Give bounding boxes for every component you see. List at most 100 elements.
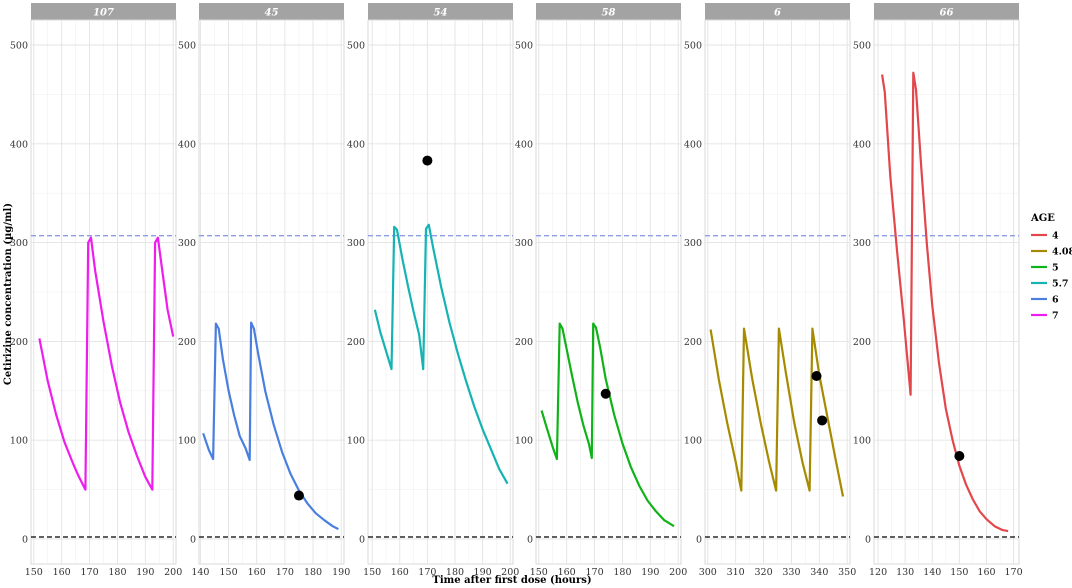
x-tick-label: 180 bbox=[613, 567, 631, 578]
y-tick-label: 100 bbox=[515, 436, 533, 447]
y-tick-label: 200 bbox=[684, 337, 702, 348]
x-tick-label: 340 bbox=[810, 567, 828, 578]
legend-item-4.08: 4.08 bbox=[1031, 247, 1072, 258]
legend-item-4: 4 bbox=[1031, 231, 1059, 242]
x-tick-label: 190 bbox=[332, 567, 350, 578]
observed-point bbox=[954, 451, 965, 462]
x-tick-label: 130 bbox=[896, 567, 914, 578]
y-tick-label: 0 bbox=[865, 535, 871, 546]
x-tick-label: 160 bbox=[53, 567, 71, 578]
observed-point bbox=[817, 415, 828, 426]
legend-label: 7 bbox=[1052, 311, 1059, 322]
x-tick-label: 330 bbox=[782, 567, 800, 578]
y-tick-label: 300 bbox=[178, 238, 196, 249]
y-tick-label: 400 bbox=[10, 139, 28, 150]
y-tick-label: 100 bbox=[853, 436, 871, 447]
y-tick-label: 100 bbox=[684, 436, 702, 447]
x-tick-label: 200 bbox=[669, 567, 687, 578]
x-tick-label: 180 bbox=[108, 567, 126, 578]
x-axis-title: Time after first dose (hours) bbox=[432, 575, 591, 586]
y-tick-label: 100 bbox=[10, 436, 28, 447]
y-tick-label: 100 bbox=[178, 436, 196, 447]
y-tick-label: 500 bbox=[347, 41, 365, 52]
x-tick-label: 170 bbox=[80, 567, 98, 578]
x-tick-label: 190 bbox=[136, 567, 154, 578]
panel-45: 45 0 100 200 300 400 500 140 150 160 170 180 190 bbox=[178, 3, 350, 578]
y-tick-label: 300 bbox=[347, 238, 365, 249]
legend-title: AGE bbox=[1030, 213, 1055, 224]
strip-label-107: 107 bbox=[93, 8, 114, 19]
y-tick-label: 0 bbox=[22, 535, 28, 546]
y-tick-label: 200 bbox=[515, 337, 533, 348]
y-tick-label: 500 bbox=[853, 41, 871, 52]
observed-point bbox=[600, 388, 611, 399]
y-tick-label: 400 bbox=[853, 139, 871, 150]
x-tick-label: 320 bbox=[754, 567, 772, 578]
observed-point bbox=[422, 155, 433, 166]
y-tick-label: 500 bbox=[684, 41, 702, 52]
strip-label-6: 6 bbox=[774, 8, 781, 19]
legend-item-6: 6 bbox=[1031, 295, 1059, 306]
faceted-line-chart: 1070100200300400500150 160 170 180 190 200450… bbox=[3, 3, 1072, 586]
legend-label: 5.7 bbox=[1052, 279, 1069, 290]
panel-66: 66 0 100 200 300 400 500 120 130 140 150 160 170 bbox=[853, 3, 1023, 578]
x-tick-label: 300 bbox=[699, 567, 717, 578]
legend-label: 6 bbox=[1052, 295, 1059, 306]
y-tick-label: 500 bbox=[515, 41, 533, 52]
x-tick-label: 160 bbox=[391, 567, 409, 578]
y-tick-label: 0 bbox=[359, 535, 365, 546]
x-tick-label: 150 bbox=[219, 567, 237, 578]
x-tick-label: 160 bbox=[248, 567, 266, 578]
y-tick-label: 0 bbox=[527, 535, 533, 546]
y-tick-label: 400 bbox=[347, 139, 365, 150]
panel-6: 6 0 100 200 300 400 500 300 310 320 330 340 350 bbox=[684, 3, 856, 578]
panel-54: 540100200300400500150 160 170 180 190 200 bbox=[347, 3, 519, 578]
panels: 107 0 100 200 300 400 500 150 160 170 180 190 200 45 0… bbox=[10, 3, 1023, 578]
y-tick-label: 200 bbox=[853, 337, 871, 348]
y-tick-label: 200 bbox=[347, 337, 365, 348]
x-tick-label: 180 bbox=[304, 567, 322, 578]
y-tick-label: 100 bbox=[347, 436, 365, 447]
x-tick-label: 310 bbox=[727, 567, 745, 578]
legend-label: 5 bbox=[1052, 263, 1059, 274]
y-tick-label: 400 bbox=[684, 139, 702, 150]
legend-label: 4 bbox=[1052, 231, 1059, 242]
y-axis-title: Cetirizine concentration (µg/ml) bbox=[3, 203, 14, 385]
x-tick-label: 120 bbox=[869, 567, 887, 578]
x-tick-label: 190 bbox=[641, 567, 659, 578]
y-tick-label: 0 bbox=[696, 535, 702, 546]
y-tick-label: 500 bbox=[10, 41, 28, 52]
strip-label-58: 58 bbox=[602, 8, 616, 19]
y-tick-label: 300 bbox=[853, 238, 871, 249]
y-tick-label: 500 bbox=[178, 41, 196, 52]
strip-label-54: 54 bbox=[434, 8, 448, 19]
observed-point bbox=[811, 370, 822, 381]
legend-label: 4.08 bbox=[1052, 247, 1072, 258]
legend: AGE 4 4.08 5 5.7 6 7 bbox=[1030, 213, 1072, 322]
x-tick-label: 140 bbox=[191, 567, 209, 578]
y-tick-label: 0 bbox=[190, 535, 196, 546]
x-tick-label: 350 bbox=[838, 567, 856, 578]
x-tick-label: 200 bbox=[164, 567, 182, 578]
x-tick-label: 140 bbox=[923, 567, 941, 578]
strip-label-66: 66 bbox=[940, 8, 954, 19]
legend-items: 4 4.08 5 5.7 6 7 bbox=[1031, 231, 1072, 322]
panel-58: 580100200300400500150 160 170 180 190 200 bbox=[515, 3, 687, 578]
y-tick-label: 400 bbox=[178, 139, 196, 150]
observed-point bbox=[293, 490, 304, 501]
x-tick-label: 150 bbox=[950, 567, 968, 578]
x-tick-label: 170 bbox=[276, 567, 294, 578]
strip-label-45: 45 bbox=[265, 8, 279, 19]
x-tick-label: 150 bbox=[25, 567, 43, 578]
y-tick-label: 400 bbox=[515, 139, 533, 150]
x-tick-label: 150 bbox=[363, 567, 381, 578]
y-tick-label: 300 bbox=[515, 238, 533, 249]
y-tick-label: 200 bbox=[178, 337, 196, 348]
x-tick-label: 170 bbox=[1005, 567, 1023, 578]
legend-item-5.7: 5.7 bbox=[1031, 279, 1069, 290]
y-tick-label: 300 bbox=[684, 238, 702, 249]
legend-item-7: 7 bbox=[1031, 311, 1059, 322]
x-tick-label: 160 bbox=[977, 567, 995, 578]
legend-item-5: 5 bbox=[1031, 263, 1059, 274]
panel-107: 1070100200300400500150 160 170 180 190 200 bbox=[10, 3, 182, 578]
